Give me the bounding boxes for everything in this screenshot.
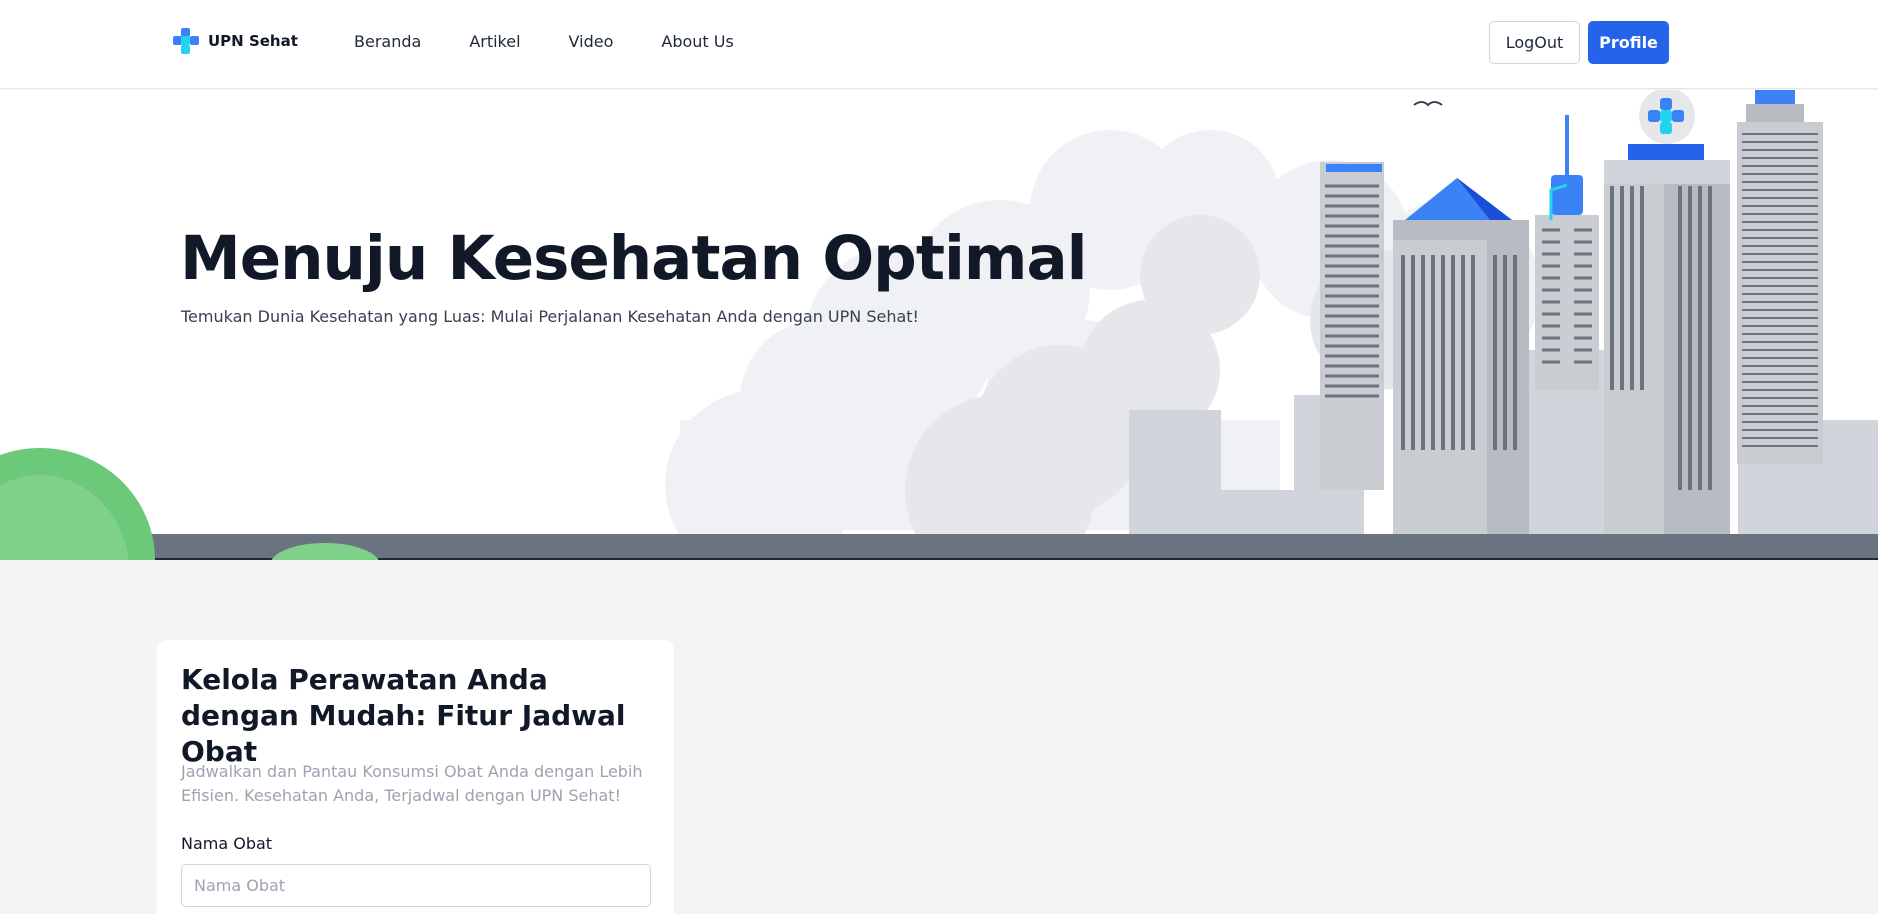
nav-link-beranda[interactable]: Beranda: [354, 32, 421, 51]
nav-link-video[interactable]: Video: [569, 32, 614, 51]
medication-schedule-card: Kelola Perawatan Anda dengan Mudah: Fitu…: [157, 640, 674, 914]
top-navbar: UPN Sehat Beranda Artikel Video About Us…: [0, 0, 1878, 89]
cross-logo-icon: [173, 28, 199, 54]
main-nav: Beranda Artikel Video About Us: [354, 32, 734, 51]
nav-link-artikel[interactable]: Artikel: [469, 32, 520, 51]
brand-name: UPN Sehat: [208, 32, 298, 50]
hero-subtitle: Temukan Dunia Kesehatan yang Luas: Mulai…: [181, 307, 919, 326]
hero-title: Menuju Kesehatan Optimal: [180, 223, 1088, 294]
card-description: Jadwalkan dan Pantau Konsumsi Obat Anda …: [181, 762, 643, 805]
hero-section: Menuju Kesehatan Optimal Temukan Dunia K…: [0, 90, 1878, 560]
nav-link-about-us[interactable]: About Us: [661, 32, 733, 51]
brand[interactable]: UPN Sehat: [172, 27, 298, 55]
medicine-name-input[interactable]: [181, 864, 651, 907]
profile-button[interactable]: Profile: [1588, 21, 1669, 64]
medicine-name-label: Nama Obat: [181, 834, 273, 853]
card-title: Kelola Perawatan Anda dengan Mudah: Fitu…: [181, 663, 626, 768]
logout-button[interactable]: LogOut: [1489, 21, 1580, 64]
